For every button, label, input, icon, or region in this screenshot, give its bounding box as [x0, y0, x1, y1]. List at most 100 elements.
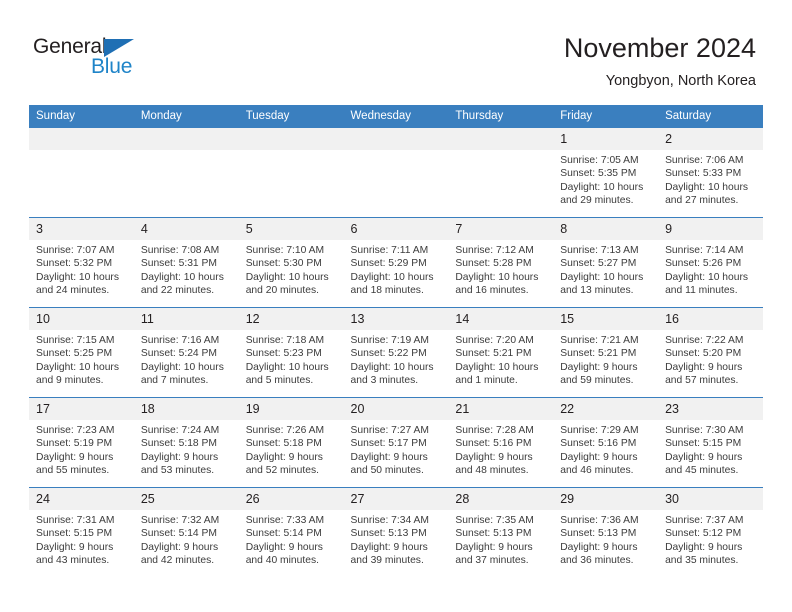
calendar-day-cell[interactable]: 12 Sunrise: 7:18 AM Sunset: 5:23 PM Dayl…: [238, 307, 344, 398]
general-blue-logo: General Blue: [33, 36, 163, 82]
day-number: [448, 128, 554, 150]
calendar-day-cell[interactable]: 19 Sunrise: 7:26 AM Sunset: 5:18 PM Dayl…: [238, 397, 344, 488]
calendar-day-cell[interactable]: 5 Sunrise: 7:10 AM Sunset: 5:30 PM Dayli…: [238, 217, 344, 308]
daylight-text: Daylight: 9 hours and 50 minutes.: [350, 451, 428, 477]
calendar-week-row: 10 Sunrise: 7:15 AM Sunset: 5:25 PM Dayl…: [29, 307, 763, 398]
daylight-text: Daylight: 9 hours and 57 minutes.: [665, 361, 743, 387]
daylight-text: Daylight: 9 hours and 52 minutes.: [245, 451, 323, 477]
day-number: 30: [658, 488, 763, 510]
day-info: Sunrise: 7:06 AM Sunset: 5:33 PM Dayligh…: [658, 150, 763, 208]
calendar-day-cell[interactable]: 13 Sunrise: 7:19 AM Sunset: 5:22 PM Dayl…: [343, 307, 449, 398]
calendar-day-cell[interactable]: 16 Sunrise: 7:22 AM Sunset: 5:20 PM Dayl…: [658, 307, 763, 398]
calendar-day-cell[interactable]: 2 Sunrise: 7:06 AM Sunset: 5:33 PM Dayli…: [658, 127, 763, 218]
day-info: Sunrise: 7:30 AM Sunset: 5:15 PM Dayligh…: [658, 420, 763, 478]
daylight-text: Daylight: 9 hours and 46 minutes.: [560, 451, 638, 477]
sunset-text: Sunset: 5:24 PM: [140, 348, 217, 360]
day-info: Sunrise: 7:08 AM Sunset: 5:31 PM Dayligh…: [134, 240, 239, 298]
sunset-text: Sunset: 5:30 PM: [245, 258, 322, 270]
day-number: 12: [238, 308, 344, 330]
daylight-text: Daylight: 9 hours and 59 minutes.: [560, 361, 638, 387]
day-info: Sunrise: 7:26 AM Sunset: 5:18 PM Dayligh…: [239, 420, 344, 478]
day-number: 22: [553, 398, 659, 420]
page-title: November 2024: [563, 33, 756, 63]
day-number: 20: [343, 398, 449, 420]
calendar-day-cell[interactable]: 21 Sunrise: 7:28 AM Sunset: 5:16 PM Dayl…: [448, 397, 554, 488]
sunrise-text: Sunrise: 7:14 AM: [665, 245, 744, 256]
sunrise-text: Sunrise: 7:07 AM: [36, 245, 115, 256]
daylight-text: Daylight: 10 hours and 27 minutes.: [665, 181, 749, 207]
daylight-text: Daylight: 10 hours and 13 minutes.: [560, 271, 644, 297]
calendar-day-cell[interactable]: [448, 127, 554, 218]
calendar-day-cell[interactable]: 20 Sunrise: 7:27 AM Sunset: 5:17 PM Dayl…: [343, 397, 449, 488]
sunset-text: Sunset: 5:31 PM: [140, 258, 217, 270]
calendar-day-cell[interactable]: 24 Sunrise: 7:31 AM Sunset: 5:15 PM Dayl…: [29, 487, 134, 577]
day-info: Sunrise: 7:14 AM Sunset: 5:26 PM Dayligh…: [658, 240, 763, 298]
calendar-day-cell[interactable]: 22 Sunrise: 7:29 AM Sunset: 5:16 PM Dayl…: [553, 397, 659, 488]
sunset-text: Sunset: 5:13 PM: [455, 528, 532, 540]
daylight-text: Daylight: 10 hours and 9 minutes.: [36, 361, 119, 387]
daylight-text: Daylight: 9 hours and 42 minutes.: [140, 541, 219, 567]
calendar-day-cell[interactable]: 27 Sunrise: 7:34 AM Sunset: 5:13 PM Dayl…: [343, 487, 449, 577]
calendar-day-cell[interactable]: 26 Sunrise: 7:33 AM Sunset: 5:14 PM Dayl…: [238, 487, 344, 577]
day-number: 15: [553, 308, 659, 330]
day-number: 19: [238, 398, 344, 420]
calendar-day-cell[interactable]: 15 Sunrise: 7:21 AM Sunset: 5:21 PM Dayl…: [553, 307, 659, 398]
calendar-day-cell[interactable]: 25 Sunrise: 7:32 AM Sunset: 5:14 PM Dayl…: [133, 487, 239, 577]
sunrise-text: Sunrise: 7:31 AM: [36, 515, 115, 526]
day-info: Sunrise: 7:37 AM Sunset: 5:12 PM Dayligh…: [658, 510, 763, 568]
sunset-text: Sunset: 5:20 PM: [665, 348, 742, 360]
calendar-day-cell[interactable]: 23 Sunrise: 7:30 AM Sunset: 5:15 PM Dayl…: [658, 397, 763, 488]
day-info: Sunrise: 7:21 AM Sunset: 5:21 PM Dayligh…: [553, 330, 658, 388]
sunrise-text: Sunrise: 7:24 AM: [140, 425, 220, 436]
calendar-page: General Blue November 2024 Yongbyon, Nor…: [0, 0, 792, 612]
day-number: 29: [553, 488, 659, 510]
calendar-day-cell[interactable]: [238, 127, 344, 218]
calendar-day-cell[interactable]: 1 Sunrise: 7:05 AM Sunset: 5:35 PM Dayli…: [553, 127, 659, 218]
sunset-text: Sunset: 5:16 PM: [455, 438, 532, 450]
calendar-day-cell[interactable]: 10 Sunrise: 7:15 AM Sunset: 5:25 PM Dayl…: [29, 307, 134, 398]
sunrise-text: Sunrise: 7:18 AM: [245, 335, 325, 346]
calendar-week-row: 1 Sunrise: 7:05 AM Sunset: 5:35 PM Dayli…: [29, 127, 763, 218]
day-info: Sunrise: 7:13 AM Sunset: 5:27 PM Dayligh…: [553, 240, 658, 298]
daylight-text: Daylight: 10 hours and 5 minutes.: [245, 361, 329, 387]
calendar-day-cell[interactable]: [29, 127, 134, 218]
calendar-day-cell[interactable]: 3 Sunrise: 7:07 AM Sunset: 5:32 PM Dayli…: [29, 217, 134, 308]
calendar-day-cell[interactable]: 18 Sunrise: 7:24 AM Sunset: 5:18 PM Dayl…: [133, 397, 239, 488]
sunrise-text: Sunrise: 7:34 AM: [350, 515, 429, 526]
calendar-day-cell[interactable]: 7 Sunrise: 7:12 AM Sunset: 5:28 PM Dayli…: [448, 217, 554, 308]
day-info: Sunrise: 7:15 AM Sunset: 5:25 PM Dayligh…: [29, 330, 134, 388]
sunrise-text: Sunrise: 7:13 AM: [560, 245, 639, 256]
calendar-day-cell[interactable]: 9 Sunrise: 7:14 AM Sunset: 5:26 PM Dayli…: [658, 217, 763, 308]
calendar-day-cell[interactable]: 14 Sunrise: 7:20 AM Sunset: 5:21 PM Dayl…: [448, 307, 554, 398]
calendar-day-cell[interactable]: [343, 127, 449, 218]
calendar-day-cell[interactable]: 11 Sunrise: 7:16 AM Sunset: 5:24 PM Dayl…: [133, 307, 239, 398]
day-info: Sunrise: 7:20 AM Sunset: 5:21 PM Dayligh…: [448, 330, 553, 388]
daylight-text: Daylight: 9 hours and 43 minutes.: [36, 541, 114, 567]
sunrise-text: Sunrise: 7:23 AM: [36, 425, 115, 436]
sunset-text: Sunset: 5:33 PM: [665, 168, 742, 180]
day-info: Sunrise: 7:35 AM Sunset: 5:13 PM Dayligh…: [448, 510, 553, 568]
calendar-day-cell[interactable]: [133, 127, 239, 218]
calendar-body: 1 Sunrise: 7:05 AM Sunset: 5:35 PM Dayli…: [29, 127, 763, 577]
sunrise-text: Sunrise: 7:33 AM: [245, 515, 325, 526]
calendar-day-cell[interactable]: 30 Sunrise: 7:37 AM Sunset: 5:12 PM Dayl…: [658, 487, 763, 577]
daylight-text: Daylight: 9 hours and 55 minutes.: [36, 451, 114, 477]
sunset-text: Sunset: 5:21 PM: [560, 348, 637, 360]
calendar-day-cell[interactable]: 29 Sunrise: 7:36 AM Sunset: 5:13 PM Dayl…: [553, 487, 659, 577]
calendar-day-cell[interactable]: 8 Sunrise: 7:13 AM Sunset: 5:27 PM Dayli…: [553, 217, 659, 308]
calendar-day-cell[interactable]: 17 Sunrise: 7:23 AM Sunset: 5:19 PM Dayl…: [29, 397, 134, 488]
calendar-day-cell[interactable]: 6 Sunrise: 7:11 AM Sunset: 5:29 PM Dayli…: [343, 217, 449, 308]
day-number: 17: [29, 398, 134, 420]
day-number: 24: [29, 488, 134, 510]
sunset-text: Sunset: 5:32 PM: [36, 258, 113, 270]
sunrise-text: Sunrise: 7:08 AM: [140, 245, 220, 256]
calendar-day-cell[interactable]: 4 Sunrise: 7:08 AM Sunset: 5:31 PM Dayli…: [133, 217, 239, 308]
day-number: 16: [658, 308, 763, 330]
sunset-text: Sunset: 5:18 PM: [245, 438, 322, 450]
day-number: 18: [133, 398, 239, 420]
day-number: 23: [658, 398, 763, 420]
calendar-day-cell[interactable]: 28 Sunrise: 7:35 AM Sunset: 5:13 PM Dayl…: [448, 487, 554, 577]
daylight-text: Daylight: 10 hours and 3 minutes.: [350, 361, 434, 387]
sunrise-text: Sunrise: 7:19 AM: [350, 335, 429, 346]
daylight-text: Daylight: 9 hours and 48 minutes.: [455, 451, 533, 477]
